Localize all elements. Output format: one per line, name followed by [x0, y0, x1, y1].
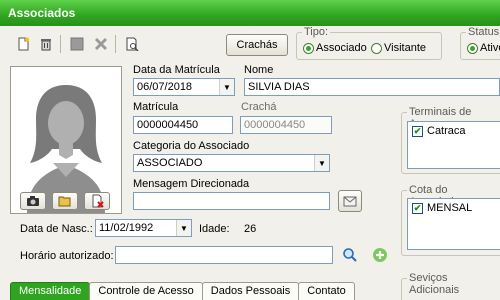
data-matricula-picker[interactable]: 06/07/2018 ▼: [133, 78, 235, 96]
idade-value: 26: [244, 223, 257, 235]
tab-mensalidade[interactable]: Mensalidade: [10, 282, 91, 300]
chevron-down-icon[interactable]: ▼: [314, 155, 329, 171]
status-ativo-radio[interactable]: Ativo: [467, 42, 500, 54]
nascimento-picker[interactable]: 11/02/1992 ▼: [95, 219, 192, 237]
data-matricula-label: Data da Matrícula: [133, 64, 220, 76]
search-horario-button[interactable]: [340, 245, 360, 265]
window-title-bar: Associados: [0, 0, 500, 26]
camera-button[interactable]: [20, 192, 46, 210]
nascimento-label: Data de Nasc.:: [20, 223, 93, 235]
open-photo-button[interactable]: [52, 192, 78, 210]
cancel-icon[interactable]: [92, 35, 110, 53]
tipo-label: Tipo:: [302, 26, 331, 38]
radio-selected-icon: [303, 42, 314, 54]
categoria-select[interactable]: ASSOCIADO ▼: [133, 154, 330, 172]
list-item[interactable]: ✔ Catraca: [408, 122, 500, 140]
cracha-input: 0000004450: [240, 116, 332, 134]
nome-label: Nome: [244, 64, 274, 76]
mensagem-input[interactable]: [133, 192, 330, 210]
send-message-button[interactable]: [338, 190, 362, 212]
new-icon[interactable]: [14, 35, 32, 53]
radio-unselected-icon: [371, 42, 382, 54]
toolbar-separator: [115, 35, 116, 53]
envelope-icon: [343, 196, 357, 206]
search-icon: [343, 248, 357, 262]
radio-selected-icon: [467, 42, 478, 54]
camera-icon: [27, 196, 39, 206]
tab-controle-de-acesso[interactable]: Controle de Acesso: [89, 282, 203, 300]
remove-photo-button[interactable]: [84, 192, 110, 210]
tab-strip: Mensalidade Controle de Acesso Dados Pes…: [10, 282, 355, 300]
tab-contato[interactable]: Contato: [298, 282, 355, 300]
save-icon[interactable]: [68, 35, 86, 53]
tipo-visitante-radio[interactable]: Visitante: [371, 42, 426, 54]
chevron-down-icon[interactable]: ▼: [219, 79, 234, 95]
window-title: Associados: [8, 6, 76, 20]
checkbox-checked-icon[interactable]: ✔: [412, 125, 423, 137]
idade-label: Idade:: [199, 223, 230, 235]
tab-dados-pessoais[interactable]: Dados Pessoais: [201, 282, 300, 300]
crachas-button[interactable]: Crachás: [226, 34, 288, 56]
delete-photo-icon: [92, 194, 104, 208]
terminais-list: ✔ Catraca: [407, 121, 500, 169]
cracha-label: Crachá: [241, 101, 277, 113]
chevron-down-icon[interactable]: ▼: [176, 220, 191, 236]
mensagem-label: Mensagem Direcionada: [133, 178, 250, 190]
folder-icon: [58, 196, 71, 207]
matricula-input[interactable]: 0000004450: [133, 116, 233, 134]
checkbox-checked-icon[interactable]: ✔: [412, 202, 423, 214]
toolbar-separator: [60, 35, 61, 53]
status-label: Status:: [466, 26, 500, 38]
list-item[interactable]: ✔ MENSAL: [408, 199, 500, 217]
associados-form: Crachás Tipo: Associado Visitante Status…: [0, 26, 500, 300]
servicos-label: Seviços Adicionais: [407, 272, 500, 296]
nome-input[interactable]: SILVIA DIAS: [244, 78, 500, 96]
delete-icon[interactable]: [37, 35, 55, 53]
add-icon: [373, 248, 387, 262]
print-preview-icon[interactable]: [123, 35, 141, 53]
matricula-label: Matrícula: [133, 101, 179, 113]
tipo-associado-radio[interactable]: Associado: [303, 42, 367, 54]
horario-label: Horário autorizado:: [20, 250, 114, 262]
horario-input[interactable]: [115, 246, 333, 264]
cota-list: ✔ MENSAL: [407, 198, 500, 250]
add-horario-button[interactable]: [370, 245, 390, 265]
categoria-label: Categoria do Associado: [133, 140, 250, 152]
